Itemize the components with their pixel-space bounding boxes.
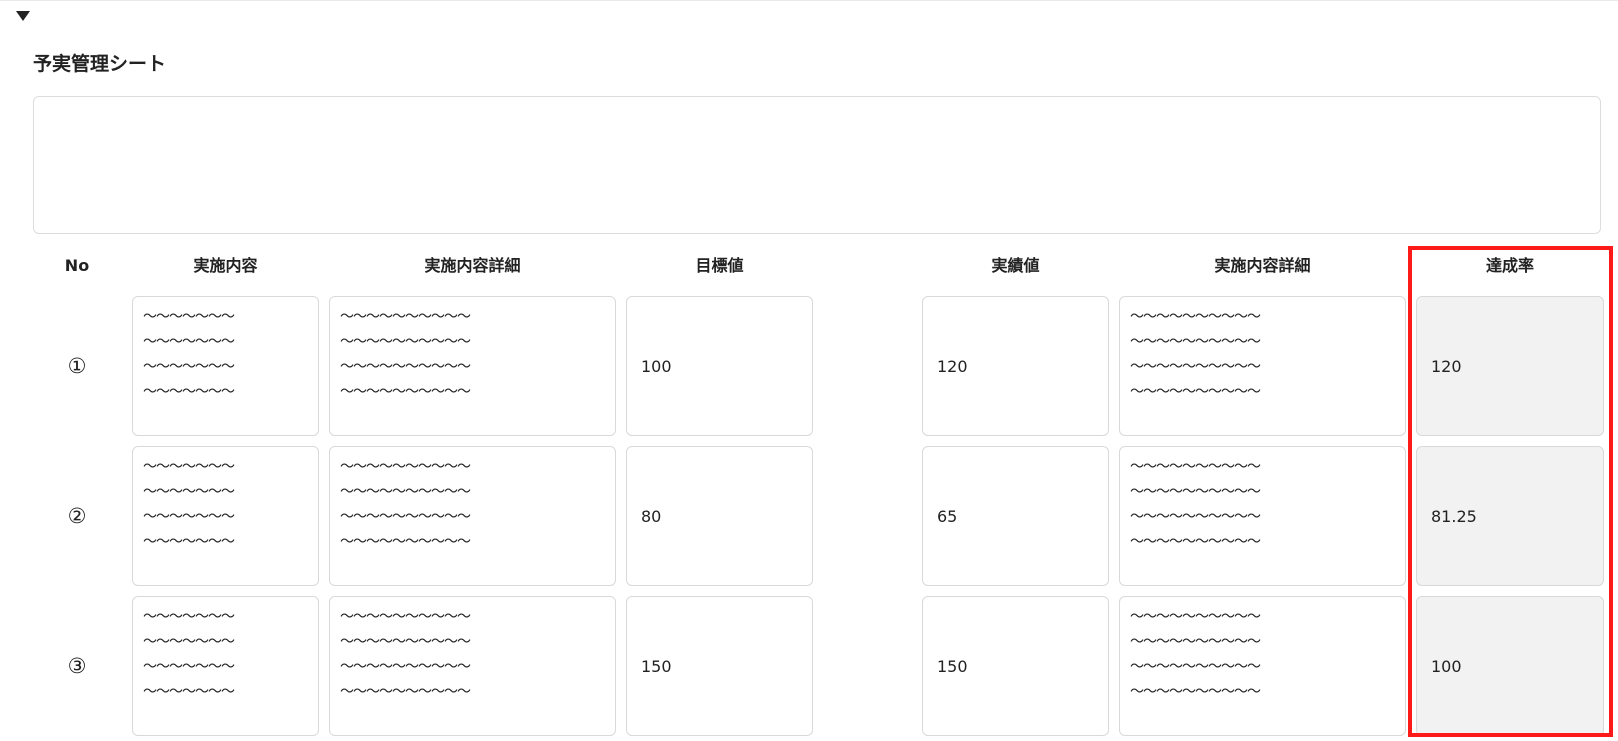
target-input[interactable] (626, 596, 813, 736)
header-actual-detail: 実施内容詳細 (1214, 256, 1311, 275)
rate-field (1416, 596, 1604, 736)
header-target: 目標値 (695, 256, 744, 275)
rate-field (1416, 446, 1604, 586)
memo-textarea[interactable] (33, 96, 1601, 234)
header-no: No (64, 256, 90, 275)
row-number: ① (67, 354, 87, 378)
target-input[interactable] (626, 446, 813, 586)
actual-input[interactable] (922, 596, 1109, 736)
target-input[interactable] (626, 296, 813, 436)
actual-input[interactable] (922, 296, 1109, 436)
row-number: ② (67, 504, 87, 528)
detail-textarea[interactable]: 〜〜〜〜〜〜〜〜〜〜 〜〜〜〜〜〜〜〜〜〜 〜〜〜〜〜〜〜〜〜〜 〜〜〜〜〜〜〜… (329, 296, 616, 436)
actual-detail-textarea[interactable]: 〜〜〜〜〜〜〜〜〜〜 〜〜〜〜〜〜〜〜〜〜 〜〜〜〜〜〜〜〜〜〜 〜〜〜〜〜〜〜… (1119, 596, 1406, 736)
content-textarea[interactable]: 〜〜〜〜〜〜〜 〜〜〜〜〜〜〜 〜〜〜〜〜〜〜 〜〜〜〜〜〜〜 (132, 446, 319, 586)
section-title: 予実管理シート (33, 53, 167, 75)
content-textarea[interactable]: 〜〜〜〜〜〜〜 〜〜〜〜〜〜〜 〜〜〜〜〜〜〜 〜〜〜〜〜〜〜 (132, 296, 319, 436)
caret-down-icon[interactable] (16, 11, 30, 21)
content-textarea[interactable]: 〜〜〜〜〜〜〜 〜〜〜〜〜〜〜 〜〜〜〜〜〜〜 〜〜〜〜〜〜〜 (132, 596, 319, 736)
top-divider (0, 0, 1618, 1)
actual-detail-textarea[interactable]: 〜〜〜〜〜〜〜〜〜〜 〜〜〜〜〜〜〜〜〜〜 〜〜〜〜〜〜〜〜〜〜 〜〜〜〜〜〜〜… (1119, 446, 1406, 586)
detail-textarea[interactable]: 〜〜〜〜〜〜〜〜〜〜 〜〜〜〜〜〜〜〜〜〜 〜〜〜〜〜〜〜〜〜〜 〜〜〜〜〜〜〜… (329, 596, 616, 736)
actual-input[interactable] (922, 446, 1109, 586)
header-detail: 実施内容詳細 (424, 256, 521, 275)
row-number: ③ (67, 654, 87, 678)
header-actual: 実績値 (991, 256, 1040, 275)
rate-field (1416, 296, 1604, 436)
actual-detail-textarea[interactable]: 〜〜〜〜〜〜〜〜〜〜 〜〜〜〜〜〜〜〜〜〜 〜〜〜〜〜〜〜〜〜〜 〜〜〜〜〜〜〜… (1119, 296, 1406, 436)
header-rate: 達成率 (1485, 256, 1534, 275)
header-content: 実施内容 (193, 256, 258, 275)
detail-textarea[interactable]: 〜〜〜〜〜〜〜〜〜〜 〜〜〜〜〜〜〜〜〜〜 〜〜〜〜〜〜〜〜〜〜 〜〜〜〜〜〜〜… (329, 446, 616, 586)
